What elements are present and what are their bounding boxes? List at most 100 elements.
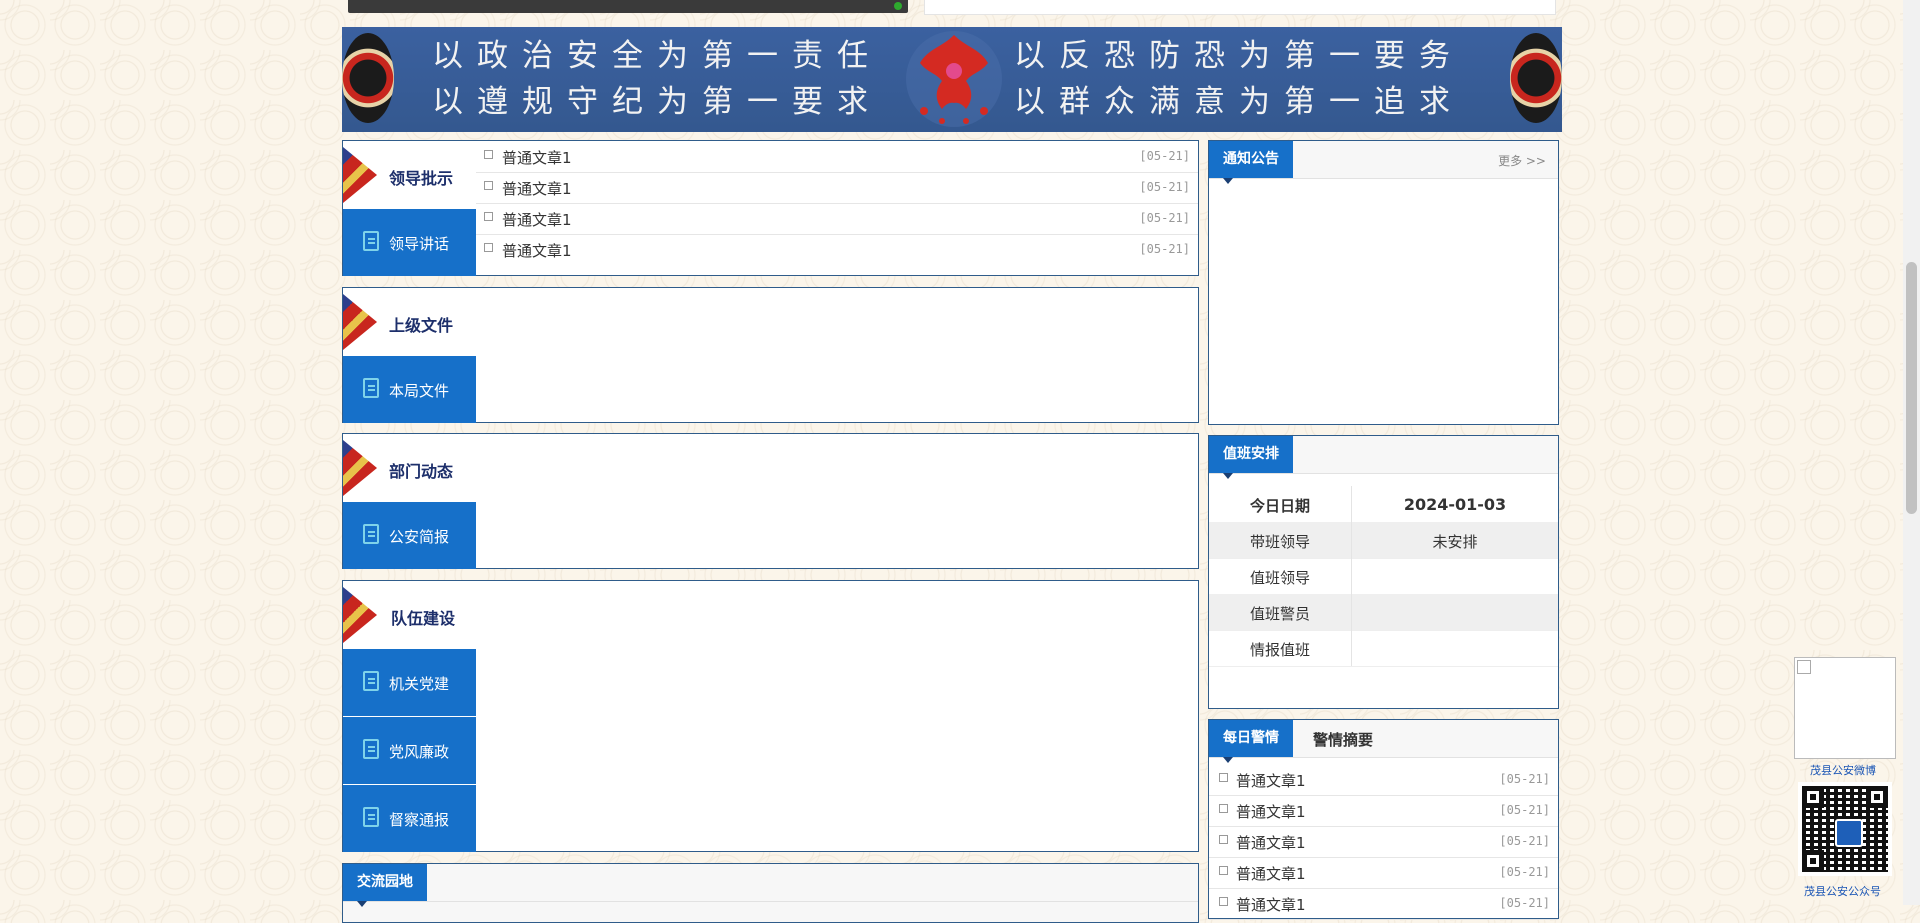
article-date: [05-21] — [1499, 896, 1550, 910]
duty-value: 2024-01-03 — [1403, 495, 1507, 514]
duty-row-officer: 值班警员 — [1209, 594, 1558, 631]
article-date: [05-21] — [1139, 180, 1190, 194]
article-title[interactable]: 普通文章1 — [502, 147, 572, 168]
tab-label: 本局文件 — [389, 382, 450, 400]
document-icon — [1219, 804, 1228, 813]
article-title[interactable]: 普通文章1 — [1236, 801, 1306, 822]
clipboard-icon — [363, 231, 379, 251]
tab-police-bulletin[interactable]: 公安简报 — [343, 502, 476, 569]
article-title[interactable]: 普通文章1 — [1236, 863, 1306, 884]
article-date: [05-21] — [1499, 803, 1550, 817]
tab-label: 领导讲话 — [389, 235, 450, 253]
tab-label: 领导批示 — [389, 169, 454, 188]
qr-finder — [1802, 786, 1824, 808]
list-item[interactable]: 普通文章1 [05-21] — [1209, 888, 1558, 920]
tab-label: 部门动态 — [389, 462, 454, 481]
article-date: [05-21] — [1139, 149, 1190, 163]
top-content-box — [924, 0, 1556, 15]
tab-daily-police[interactable]: 每日警情 — [1209, 720, 1293, 763]
wechat-link[interactable]: 茂县公安公众号 — [1804, 883, 1881, 899]
tab-superior-documents[interactable]: 上级文件 — [343, 288, 476, 356]
slogan-line1-right: 以反恐防恐为第一要务 — [1014, 38, 1464, 74]
scrollbar-thumb[interactable] — [1906, 262, 1917, 514]
notice-box: 通知公告 更多 >> — [1208, 140, 1559, 425]
divider — [1351, 630, 1352, 666]
tab-leader-instructions[interactable]: 领导批示 — [343, 141, 476, 209]
police-badge-icon — [1835, 819, 1863, 847]
daily-police-box: 每日警情 警情摘要 普通文章1 [05-21] 普通文章1 [05-21] 普通… — [1208, 719, 1559, 920]
ornament-medal-left-icon — [342, 33, 394, 123]
list-item[interactable]: 普通文章1 [05-21] — [476, 203, 1198, 235]
article-date: [05-21] — [1499, 865, 1550, 879]
top-video-bar — [348, 0, 908, 13]
document-icon — [484, 181, 493, 190]
exchange-panel: 交流园地 — [342, 863, 1199, 923]
list-item[interactable]: 普通文章1 [05-21] — [476, 172, 1198, 204]
article-title[interactable]: 普通文章1 — [502, 178, 572, 199]
tab-police-summary[interactable]: 警情摘要 — [1313, 729, 1373, 750]
clipboard-icon — [363, 671, 379, 691]
article-date: [05-21] — [1139, 242, 1190, 256]
slogan-banner: 以政治安全为第一责任 以反恐防恐为第一要务 以遵规守纪为第一要求 以群众满意为第… — [342, 27, 1562, 132]
page-scrollbar[interactable] — [1903, 0, 1920, 905]
list-item[interactable]: 普通文章1 [05-21] — [1209, 857, 1558, 889]
article-title[interactable]: 普通文章1 — [1236, 832, 1306, 853]
list-item[interactable]: 普通文章1 [05-21] — [1209, 795, 1558, 827]
tab-leader-speech[interactable]: 领导讲话 — [343, 209, 476, 276]
tab-party-building[interactable]: 机关党建 — [343, 649, 476, 716]
tab-exchange[interactable]: 交流园地 — [343, 864, 427, 907]
tab-label: 公安简报 — [389, 528, 450, 546]
list-item[interactable]: 普通文章1 [05-21] — [1209, 826, 1558, 858]
duty-box: 值班安排 今日日期 2024-01-03 带班领导 未安排 值班领导 值班警员 … — [1208, 435, 1559, 709]
qr-code — [1798, 782, 1892, 876]
duty-label: 今日日期 — [1249, 497, 1310, 515]
article-title[interactable]: 普通文章1 — [502, 240, 572, 261]
document-icon — [1219, 866, 1228, 875]
slogan-line2-left: 以遵规守纪为第一要求 — [432, 84, 882, 120]
more-link[interactable]: 更多 >> — [1498, 152, 1546, 169]
tab-inspection-report[interactable]: 督察通报 — [343, 785, 476, 852]
tab-department-news[interactable]: 部门动态 — [343, 434, 476, 502]
department-panel: 部门动态 公安简报 — [342, 433, 1199, 569]
clipboard-icon — [363, 524, 379, 544]
duty-label: 值班领导 — [1249, 569, 1310, 587]
document-icon — [484, 150, 493, 159]
daily-header: 每日警情 警情摘要 — [1209, 720, 1558, 763]
article-title[interactable]: 普通文章1 — [1236, 770, 1306, 791]
team-panel: 队伍建设 机关党建 党风廉政 督察通报 — [342, 580, 1199, 852]
document-icon — [1219, 773, 1228, 782]
weibo-link[interactable]: 茂县公安微博 — [1810, 762, 1876, 778]
tab-label: 上级文件 — [389, 316, 454, 335]
weibo-image[interactable] — [1794, 657, 1896, 759]
qr-finder — [1802, 850, 1824, 872]
duty-header: 值班安排 — [1209, 436, 1558, 479]
tab-bureau-documents[interactable]: 本局文件 — [343, 356, 476, 423]
divider — [1351, 558, 1352, 594]
article-title[interactable]: 普通文章1 — [502, 209, 572, 230]
center-ornament-icon — [906, 31, 1002, 127]
leader-panel: 领导批示 领导讲话 普通文章1 [05-21] 普通文章1 [05-21] 普通… — [342, 140, 1199, 276]
list-item[interactable]: 普通文章1 [05-21] — [476, 234, 1198, 265]
list-item[interactable]: 普通文章1 [05-21] — [476, 141, 1198, 173]
tab-integrity[interactable]: 党风廉政 — [343, 717, 476, 784]
tab-label: 队伍建设 — [391, 609, 456, 628]
tab-duty[interactable]: 值班安排 — [1209, 436, 1293, 479]
duty-row-intel: 情报值班 — [1209, 630, 1558, 667]
broken-image-icon — [1797, 660, 1811, 674]
slogan-line1-left: 以政治安全为第一责任 — [432, 38, 882, 74]
tab-notice[interactable]: 通知公告 — [1209, 141, 1293, 184]
duty-value: 未安排 — [1432, 533, 1478, 551]
notice-header: 通知公告 更多 >> — [1209, 141, 1558, 184]
emblem-icon — [343, 294, 377, 350]
slogan-line2-right: 以群众满意为第一追求 — [1014, 84, 1464, 120]
list-item[interactable]: 普通文章1 [05-21] — [1209, 764, 1558, 796]
qr-finder — [1866, 786, 1888, 808]
duty-label: 情报值班 — [1249, 641, 1310, 659]
document-icon — [1219, 835, 1228, 844]
tab-label: 督察通报 — [389, 811, 450, 829]
emblem-icon — [343, 147, 377, 203]
emblem-icon — [343, 440, 377, 496]
clipboard-icon — [363, 378, 379, 398]
tab-team-building[interactable]: 队伍建设 — [343, 581, 476, 649]
duty-label: 值班警员 — [1249, 605, 1310, 623]
